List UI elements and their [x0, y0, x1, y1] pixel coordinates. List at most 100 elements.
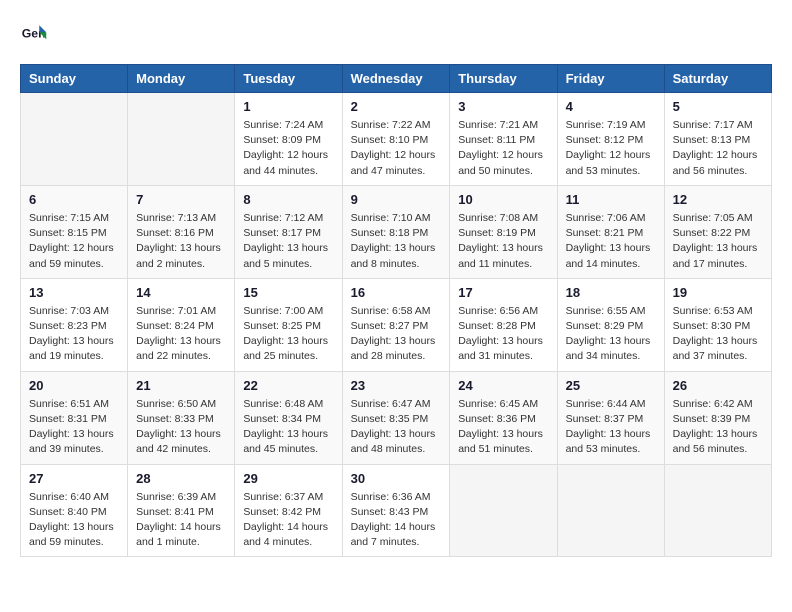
day-info: Sunrise: 6:42 AM Sunset: 8:39 PM Dayligh…	[673, 397, 763, 458]
day-of-week-header: Sunday	[21, 65, 128, 93]
day-info: Sunrise: 7:19 AM Sunset: 8:12 PM Dayligh…	[566, 118, 656, 179]
day-number: 12	[673, 192, 763, 207]
day-number: 7	[136, 192, 226, 207]
calendar-header: SundayMondayTuesdayWednesdayThursdayFrid…	[21, 65, 772, 93]
day-info: Sunrise: 6:48 AM Sunset: 8:34 PM Dayligh…	[243, 397, 333, 458]
days-of-week-row: SundayMondayTuesdayWednesdayThursdayFrid…	[21, 65, 772, 93]
day-number: 3	[458, 99, 548, 114]
day-info: Sunrise: 6:56 AM Sunset: 8:28 PM Dayligh…	[458, 304, 548, 365]
calendar-cell: 27 Sunrise: 6:40 AM Sunset: 8:40 PM Dayli…	[21, 464, 128, 557]
calendar-cell	[557, 464, 664, 557]
day-of-week-header: Monday	[128, 65, 235, 93]
day-info: Sunrise: 7:05 AM Sunset: 8:22 PM Dayligh…	[673, 211, 763, 272]
day-number: 4	[566, 99, 656, 114]
day-number: 2	[351, 99, 442, 114]
day-of-week-header: Thursday	[450, 65, 557, 93]
day-info: Sunrise: 7:10 AM Sunset: 8:18 PM Dayligh…	[351, 211, 442, 272]
calendar-cell: 9 Sunrise: 7:10 AM Sunset: 8:18 PM Daylig…	[342, 185, 450, 278]
calendar-cell: 21 Sunrise: 6:50 AM Sunset: 8:33 PM Dayli…	[128, 371, 235, 464]
day-number: 15	[243, 285, 333, 300]
day-number: 5	[673, 99, 763, 114]
day-info: Sunrise: 6:58 AM Sunset: 8:27 PM Dayligh…	[351, 304, 442, 365]
day-info: Sunrise: 6:47 AM Sunset: 8:35 PM Dayligh…	[351, 397, 442, 458]
calendar-cell: 15 Sunrise: 7:00 AM Sunset: 8:25 PM Dayli…	[235, 278, 342, 371]
day-info: Sunrise: 7:24 AM Sunset: 8:09 PM Dayligh…	[243, 118, 333, 179]
day-of-week-header: Wednesday	[342, 65, 450, 93]
day-number: 13	[29, 285, 119, 300]
day-info: Sunrise: 7:21 AM Sunset: 8:11 PM Dayligh…	[458, 118, 548, 179]
day-number: 27	[29, 471, 119, 486]
day-number: 16	[351, 285, 442, 300]
day-of-week-header: Tuesday	[235, 65, 342, 93]
day-info: Sunrise: 6:55 AM Sunset: 8:29 PM Dayligh…	[566, 304, 656, 365]
day-of-week-header: Saturday	[664, 65, 771, 93]
calendar-week-row: 6Sunrise: 7:15 AM Sunset: 8:15 PM Daylig…	[21, 185, 772, 278]
day-info: Sunrise: 6:50 AM Sunset: 8:33 PM Dayligh…	[136, 397, 226, 458]
calendar-cell: 14 Sunrise: 7:01 AM Sunset: 8:24 PM Dayli…	[128, 278, 235, 371]
day-number: 9	[351, 192, 442, 207]
calendar-cell: 20 Sunrise: 6:51 AM Sunset: 8:31 PM Dayli…	[21, 371, 128, 464]
day-info: Sunrise: 6:53 AM Sunset: 8:30 PM Dayligh…	[673, 304, 763, 365]
day-info: Sunrise: 7:12 AM Sunset: 8:17 PM Dayligh…	[243, 211, 333, 272]
calendar-cell: 12 Sunrise: 7:05 AM Sunset: 8:22 PM Dayli…	[664, 185, 771, 278]
day-info: Sunrise: 7:17 AM Sunset: 8:13 PM Dayligh…	[673, 118, 763, 179]
calendar-cell: 29 Sunrise: 6:37 AM Sunset: 8:42 PM Dayli…	[235, 464, 342, 557]
calendar-cell	[128, 93, 235, 186]
day-info: Sunrise: 6:39 AM Sunset: 8:41 PM Dayligh…	[136, 490, 226, 551]
calendar-cell: 2 Sunrise: 7:22 AM Sunset: 8:10 PM Daylig…	[342, 93, 450, 186]
calendar-table: SundayMondayTuesdayWednesdayThursdayFrid…	[20, 64, 772, 557]
day-number: 23	[351, 378, 442, 393]
calendar-body: 1 Sunrise: 7:24 AM Sunset: 8:09 PM Daylig…	[21, 93, 772, 557]
calendar-week-row: 27 Sunrise: 6:40 AM Sunset: 8:40 PM Dayli…	[21, 464, 772, 557]
calendar-cell: 8 Sunrise: 7:12 AM Sunset: 8:17 PM Daylig…	[235, 185, 342, 278]
day-number: 26	[673, 378, 763, 393]
day-number: 29	[243, 471, 333, 486]
calendar-cell: 24Sunrise: 6:45 AM Sunset: 8:36 PM Dayli…	[450, 371, 557, 464]
day-info: Sunrise: 7:13 AM Sunset: 8:16 PM Dayligh…	[136, 211, 226, 272]
calendar-cell: 13 Sunrise: 7:03 AM Sunset: 8:23 PM Dayli…	[21, 278, 128, 371]
calendar-cell	[664, 464, 771, 557]
day-info: Sunrise: 7:22 AM Sunset: 8:10 PM Dayligh…	[351, 118, 442, 179]
day-number: 21	[136, 378, 226, 393]
day-info: Sunrise: 6:37 AM Sunset: 8:42 PM Dayligh…	[243, 490, 333, 551]
calendar-cell: 22Sunrise: 6:48 AM Sunset: 8:34 PM Dayli…	[235, 371, 342, 464]
day-info: Sunrise: 7:01 AM Sunset: 8:24 PM Dayligh…	[136, 304, 226, 365]
calendar-cell: 7 Sunrise: 7:13 AM Sunset: 8:16 PM Daylig…	[128, 185, 235, 278]
day-info: Sunrise: 7:03 AM Sunset: 8:23 PM Dayligh…	[29, 304, 119, 365]
calendar-cell: 26 Sunrise: 6:42 AM Sunset: 8:39 PM Dayli…	[664, 371, 771, 464]
day-number: 24	[458, 378, 548, 393]
calendar-cell: 3 Sunrise: 7:21 AM Sunset: 8:11 PM Daylig…	[450, 93, 557, 186]
day-info: Sunrise: 6:51 AM Sunset: 8:31 PM Dayligh…	[29, 397, 119, 458]
day-number: 17	[458, 285, 548, 300]
calendar-cell	[450, 464, 557, 557]
day-of-week-header: Friday	[557, 65, 664, 93]
calendar-cell: 30 Sunrise: 6:36 AM Sunset: 8:43 PM Dayli…	[342, 464, 450, 557]
calendar-cell: 19 Sunrise: 6:53 AM Sunset: 8:30 PM Dayli…	[664, 278, 771, 371]
day-number: 20	[29, 378, 119, 393]
calendar-cell: 28Sunrise: 6:39 AM Sunset: 8:41 PM Dayli…	[128, 464, 235, 557]
calendar-cell: 6Sunrise: 7:15 AM Sunset: 8:15 PM Daylig…	[21, 185, 128, 278]
calendar-cell: 16 Sunrise: 6:58 AM Sunset: 8:27 PM Dayli…	[342, 278, 450, 371]
day-number: 19	[673, 285, 763, 300]
day-number: 14	[136, 285, 226, 300]
calendar-week-row: 1 Sunrise: 7:24 AM Sunset: 8:09 PM Daylig…	[21, 93, 772, 186]
day-info: Sunrise: 7:08 AM Sunset: 8:19 PM Dayligh…	[458, 211, 548, 272]
logo: Gen	[20, 20, 52, 48]
calendar-week-row: 13 Sunrise: 7:03 AM Sunset: 8:23 PM Dayli…	[21, 278, 772, 371]
day-info: Sunrise: 7:06 AM Sunset: 8:21 PM Dayligh…	[566, 211, 656, 272]
day-number: 25	[566, 378, 656, 393]
calendar-cell	[21, 93, 128, 186]
page-header: Gen	[20, 20, 772, 48]
day-info: Sunrise: 6:44 AM Sunset: 8:37 PM Dayligh…	[566, 397, 656, 458]
day-number: 1	[243, 99, 333, 114]
day-info: Sunrise: 6:40 AM Sunset: 8:40 PM Dayligh…	[29, 490, 119, 551]
day-number: 6	[29, 192, 119, 207]
day-info: Sunrise: 6:36 AM Sunset: 8:43 PM Dayligh…	[351, 490, 442, 551]
calendar-cell: 10 Sunrise: 7:08 AM Sunset: 8:19 PM Dayli…	[450, 185, 557, 278]
calendar-cell: 25 Sunrise: 6:44 AM Sunset: 8:37 PM Dayli…	[557, 371, 664, 464]
day-number: 30	[351, 471, 442, 486]
day-number: 8	[243, 192, 333, 207]
day-info: Sunrise: 7:00 AM Sunset: 8:25 PM Dayligh…	[243, 304, 333, 365]
day-number: 11	[566, 192, 656, 207]
day-number: 10	[458, 192, 548, 207]
